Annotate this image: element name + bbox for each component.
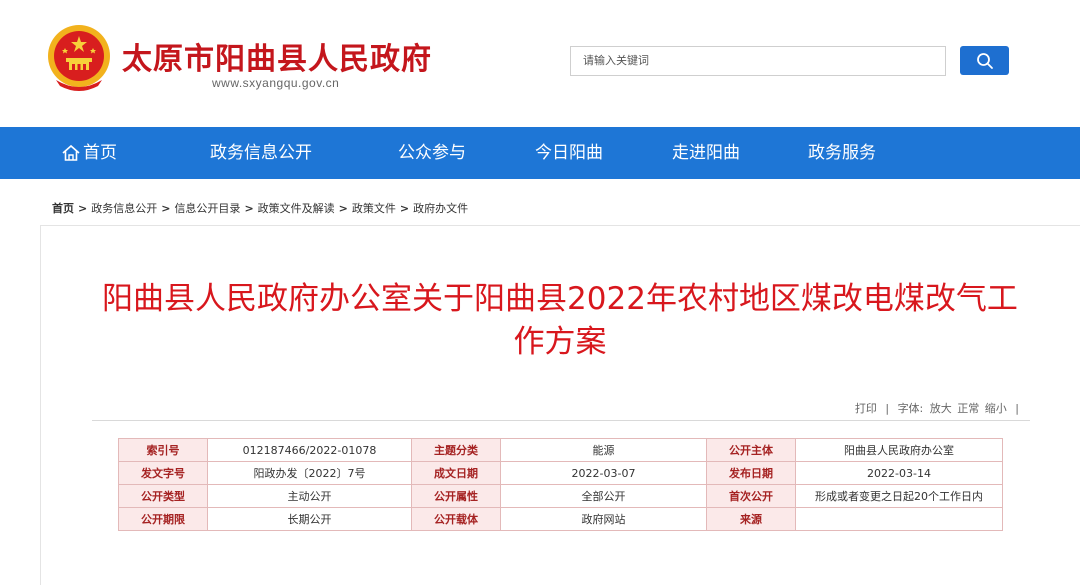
- article-title-line: 阳曲县人民政府办公室关于阳曲县2022年农村地区煤改电煤改气工: [102, 281, 1018, 317]
- font-small-button[interactable]: 缩小: [985, 402, 1007, 415]
- table-row: 公开期限 长期公开 公开载体 政府网站 来源: [118, 507, 1003, 531]
- meta-value: 全部公开: [500, 484, 707, 508]
- meta-key: 来源: [706, 507, 796, 531]
- divider: [92, 420, 1030, 421]
- breadcrumb-separator: >: [338, 202, 348, 215]
- meta-key: 公开属性: [411, 484, 501, 508]
- meta-key: 公开期限: [118, 507, 208, 531]
- document-meta-table: 索引号 012187466/2022-01078 主题分类 能源 公开主体 阳曲…: [118, 438, 1003, 531]
- nav-item-today[interactable]: 今日阳曲: [535, 127, 603, 179]
- breadcrumb: 首页 > 政务信息公开 > 信息公开目录 > 政策文件及解读 > 政策文件 > 政府办文件: [52, 200, 468, 216]
- national-emblem-icon[interactable]: [46, 22, 112, 92]
- breadcrumb-item[interactable]: 政策文件: [352, 202, 396, 215]
- meta-value: 形成或者变更之日起20个工作日内: [795, 484, 1003, 508]
- table-row: 发文字号 阳政办发〔2022〕7号 成文日期 2022-03-07 发布日期 2…: [118, 461, 1003, 485]
- article-title-line: 作方案: [513, 324, 607, 360]
- breadcrumb-item[interactable]: 政策文件及解读: [258, 202, 335, 215]
- meta-value: 政府网站: [500, 507, 707, 531]
- font-large-button[interactable]: 放大: [930, 402, 952, 415]
- breadcrumb-item[interactable]: 政府办文件: [413, 202, 468, 215]
- meta-value: [795, 507, 1003, 531]
- meta-value: 阳政办发〔2022〕7号: [207, 461, 412, 485]
- search-icon: [976, 52, 993, 69]
- breadcrumb-item-home[interactable]: 首页: [52, 202, 74, 215]
- tools-separator: |: [1015, 402, 1019, 415]
- meta-key: 成文日期: [411, 461, 501, 485]
- nav-item-about[interactable]: 走进阳曲: [672, 127, 740, 179]
- breadcrumb-item[interactable]: 信息公开目录: [174, 202, 240, 215]
- home-icon: [62, 144, 80, 161]
- breadcrumb-item[interactable]: 政务信息公开: [91, 202, 157, 215]
- meta-key: 索引号: [118, 438, 208, 462]
- meta-value: 012187466/2022-01078: [207, 438, 412, 462]
- meta-key: 发文字号: [118, 461, 208, 485]
- table-row: 公开类型 主动公开 公开属性 全部公开 首次公开 形成或者变更之日起20个工作日…: [118, 484, 1003, 508]
- meta-value: 能源: [500, 438, 707, 462]
- main-nav: 首页 政务信息公开 公众参与 今日阳曲 走进阳曲 政务服务: [0, 127, 1080, 179]
- tools-separator: |: [885, 402, 890, 415]
- meta-key: 主题分类: [411, 438, 501, 462]
- meta-value: 长期公开: [207, 507, 412, 531]
- article-tools: 打印 | 字体: 放大 正常 缩小 |: [855, 400, 1019, 416]
- site-header: 太原市阳曲县人民政府 www.sxyangqu.gov.cn 请输入关键词: [0, 0, 1080, 127]
- table-row: 索引号 012187466/2022-01078 主题分类 能源 公开主体 阳曲…: [118, 438, 1003, 462]
- site-title[interactable]: 太原市阳曲县人民政府: [122, 34, 432, 78]
- article-title: 阳曲县人民政府办公室关于阳曲县2022年农村地区煤改电煤改气工 作方案: [40, 278, 1080, 364]
- meta-key: 公开类型: [118, 484, 208, 508]
- search-input[interactable]: 请输入关键词: [570, 46, 946, 76]
- breadcrumb-separator: >: [399, 202, 410, 215]
- meta-key: 发布日期: [706, 461, 796, 485]
- font-size-label: 字体:: [897, 402, 924, 415]
- breadcrumb-separator: >: [161, 202, 171, 215]
- meta-key: 公开载体: [411, 507, 501, 531]
- breadcrumb-separator: >: [244, 202, 254, 215]
- nav-item-label: 首页: [83, 143, 117, 163]
- meta-value: 2022-03-14: [795, 461, 1003, 485]
- print-button[interactable]: 打印: [855, 402, 877, 415]
- breadcrumb-separator: >: [78, 202, 88, 215]
- nav-item-home[interactable]: 首页: [61, 127, 117, 179]
- nav-item-gov-info[interactable]: 政务信息公开: [210, 127, 312, 179]
- meta-key: 首次公开: [706, 484, 796, 508]
- font-normal-button[interactable]: 正常: [957, 402, 979, 415]
- search-button[interactable]: [960, 46, 1009, 75]
- nav-item-public-participation[interactable]: 公众参与: [398, 127, 466, 179]
- meta-value: 阳曲县人民政府办公室: [795, 438, 1003, 462]
- nav-item-services[interactable]: 政务服务: [808, 127, 876, 179]
- meta-key: 公开主体: [706, 438, 796, 462]
- meta-value: 2022-03-07: [500, 461, 707, 485]
- meta-value: 主动公开: [207, 484, 412, 508]
- site-url: www.sxyangqu.gov.cn: [212, 76, 340, 90]
